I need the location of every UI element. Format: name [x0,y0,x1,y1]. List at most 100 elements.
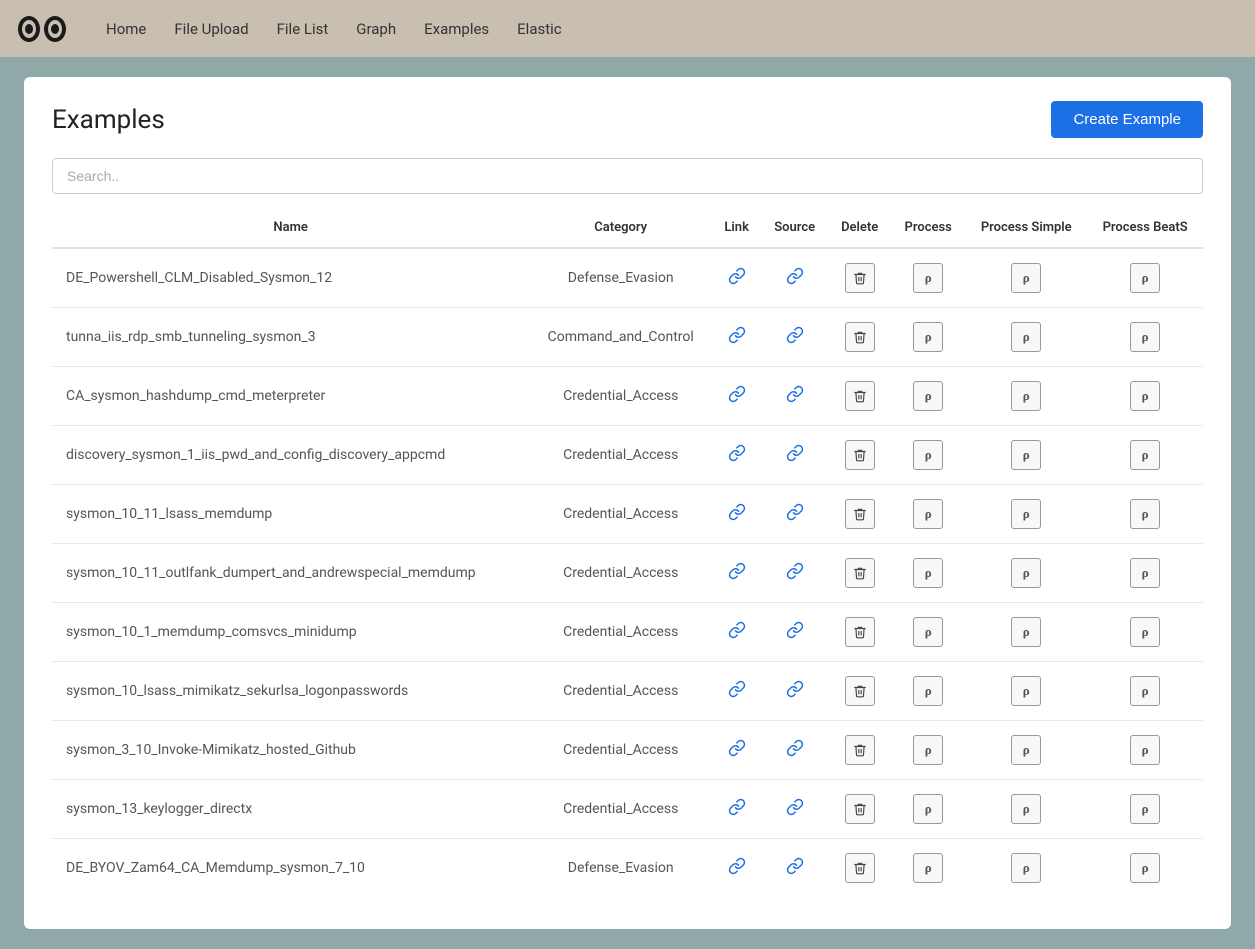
cell-delete-6[interactable] [828,603,891,662]
cell-process-simple-7[interactable]: ρ [965,662,1087,721]
cell-source-9[interactable] [761,780,828,839]
process-beats-button-5[interactable]: ρ [1130,558,1160,588]
cell-source-4[interactable] [761,485,828,544]
cell-link-1[interactable] [712,308,761,367]
link-icon-0[interactable] [728,267,746,285]
cell-process-9[interactable]: ρ [891,780,965,839]
process-beats-button-8[interactable]: ρ [1130,735,1160,765]
cell-process-2[interactable]: ρ [891,367,965,426]
cell-process-beats-1[interactable]: ρ [1087,308,1203,367]
cell-link-6[interactable] [712,603,761,662]
cell-process-6[interactable]: ρ [891,603,965,662]
process-button-8[interactable]: ρ [913,735,943,765]
cell-process-beats-2[interactable]: ρ [1087,367,1203,426]
process-simple-button-10[interactable]: ρ [1011,853,1041,883]
process-button-2[interactable]: ρ [913,381,943,411]
link-icon-9[interactable] [728,798,746,816]
cell-source-7[interactable] [761,662,828,721]
cell-process-0[interactable]: ρ [891,248,965,308]
process-beats-button-7[interactable]: ρ [1130,676,1160,706]
cell-link-7[interactable] [712,662,761,721]
source-icon-1[interactable] [786,326,804,344]
cell-process-4[interactable]: ρ [891,485,965,544]
nav-file-upload[interactable]: File Upload [174,20,248,38]
process-beats-button-1[interactable]: ρ [1130,322,1160,352]
delete-button-8[interactable] [845,735,875,765]
delete-button-4[interactable] [845,499,875,529]
link-icon-4[interactable] [728,503,746,521]
cell-process-simple-10[interactable]: ρ [965,839,1087,898]
process-beats-button-2[interactable]: ρ [1130,381,1160,411]
cell-delete-8[interactable] [828,721,891,780]
process-beats-button-3[interactable]: ρ [1130,440,1160,470]
source-icon-7[interactable] [786,680,804,698]
cell-process-simple-4[interactable]: ρ [965,485,1087,544]
search-input[interactable] [52,158,1203,194]
cell-source-10[interactable] [761,839,828,898]
link-icon-6[interactable] [728,621,746,639]
cell-process-simple-9[interactable]: ρ [965,780,1087,839]
nav-file-list[interactable]: File List [277,20,329,38]
cell-process-beats-8[interactable]: ρ [1087,721,1203,780]
link-icon-3[interactable] [728,444,746,462]
process-button-5[interactable]: ρ [913,558,943,588]
process-beats-button-0[interactable]: ρ [1130,263,1160,293]
source-icon-4[interactable] [786,503,804,521]
delete-button-0[interactable] [845,263,875,293]
cell-link-9[interactable] [712,780,761,839]
cell-source-8[interactable] [761,721,828,780]
link-icon-1[interactable] [728,326,746,344]
nav-examples[interactable]: Examples [424,20,489,38]
cell-process-8[interactable]: ρ [891,721,965,780]
process-beats-button-10[interactable]: ρ [1130,853,1160,883]
cell-delete-10[interactable] [828,839,891,898]
process-beats-button-6[interactable]: ρ [1130,617,1160,647]
source-icon-10[interactable] [786,857,804,875]
cell-delete-7[interactable] [828,662,891,721]
cell-process-simple-8[interactable]: ρ [965,721,1087,780]
source-icon-8[interactable] [786,739,804,757]
cell-source-5[interactable] [761,544,828,603]
cell-delete-4[interactable] [828,485,891,544]
cell-process-simple-6[interactable]: ρ [965,603,1087,662]
cell-source-3[interactable] [761,426,828,485]
cell-process-beats-7[interactable]: ρ [1087,662,1203,721]
cell-process-simple-0[interactable]: ρ [965,248,1087,308]
link-icon-8[interactable] [728,739,746,757]
source-icon-2[interactable] [786,385,804,403]
cell-link-5[interactable] [712,544,761,603]
cell-process-10[interactable]: ρ [891,839,965,898]
process-button-0[interactable]: ρ [913,263,943,293]
cell-process-3[interactable]: ρ [891,426,965,485]
process-simple-button-6[interactable]: ρ [1011,617,1041,647]
cell-process-1[interactable]: ρ [891,308,965,367]
process-button-7[interactable]: ρ [913,676,943,706]
process-simple-button-4[interactable]: ρ [1011,499,1041,529]
process-simple-button-1[interactable]: ρ [1011,322,1041,352]
process-beats-button-9[interactable]: ρ [1130,794,1160,824]
cell-link-3[interactable] [712,426,761,485]
source-icon-5[interactable] [786,562,804,580]
process-button-9[interactable]: ρ [913,794,943,824]
create-example-button[interactable]: Create Example [1051,101,1203,138]
cell-process-beats-5[interactable]: ρ [1087,544,1203,603]
link-icon-7[interactable] [728,680,746,698]
cell-process-5[interactable]: ρ [891,544,965,603]
delete-button-7[interactable] [845,676,875,706]
cell-process-beats-9[interactable]: ρ [1087,780,1203,839]
delete-button-1[interactable] [845,322,875,352]
process-simple-button-8[interactable]: ρ [1011,735,1041,765]
process-simple-button-2[interactable]: ρ [1011,381,1041,411]
process-beats-button-4[interactable]: ρ [1130,499,1160,529]
cell-process-beats-0[interactable]: ρ [1087,248,1203,308]
delete-button-9[interactable] [845,794,875,824]
cell-process-beats-10[interactable]: ρ [1087,839,1203,898]
cell-link-4[interactable] [712,485,761,544]
source-icon-9[interactable] [786,798,804,816]
cell-link-2[interactable] [712,367,761,426]
cell-delete-9[interactable] [828,780,891,839]
delete-button-3[interactable] [845,440,875,470]
source-icon-6[interactable] [786,621,804,639]
cell-source-1[interactable] [761,308,828,367]
cell-delete-1[interactable] [828,308,891,367]
